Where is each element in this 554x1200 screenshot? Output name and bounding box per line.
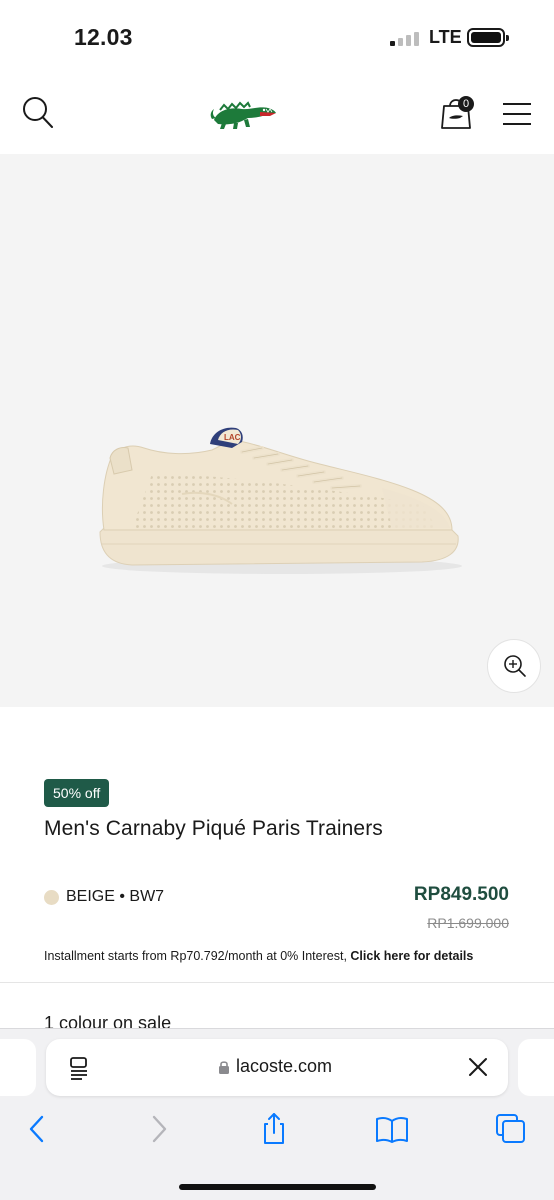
original-price: RP1.699.000: [427, 915, 509, 931]
colour-label: BEIGE • BW7: [66, 888, 165, 905]
svg-text:LAC: LAC: [224, 433, 241, 442]
browser-bottom-bar: lacoste.com: [0, 1028, 554, 1200]
hamburger-menu-icon[interactable]: [503, 103, 531, 125]
status-bar: 12.03 LTE: [0, 0, 554, 76]
signal-strength-icon: [390, 30, 420, 46]
discount-badge: 50% off: [44, 779, 110, 807]
home-indicator: [179, 1184, 376, 1190]
cart-count-badge: 0: [458, 96, 474, 112]
network-label: LTE: [429, 27, 462, 47]
search-icon[interactable]: [20, 94, 56, 132]
product-title: Men's Carnaby Piqué Paris Trainers: [44, 817, 383, 840]
colour-selector[interactable]: BEIGE • BW7: [44, 886, 164, 908]
back-icon[interactable]: [20, 1111, 56, 1147]
share-icon[interactable]: [256, 1111, 292, 1147]
bookmarks-icon[interactable]: [374, 1111, 410, 1147]
tabs-icon[interactable]: [493, 1111, 529, 1147]
divider: [0, 982, 554, 983]
product-shoe-image: LAC: [92, 404, 472, 584]
zoom-in-icon[interactable]: [487, 639, 541, 693]
forward-icon[interactable]: [140, 1111, 176, 1147]
site-header: 0: [0, 76, 554, 154]
shopping-bag-icon[interactable]: 0: [440, 94, 474, 130]
lacoste-crocodile-logo[interactable]: [208, 94, 278, 136]
installment-text: Installment starts from Rp70.792/month a…: [44, 949, 351, 963]
product-image-area[interactable]: LAC: [0, 154, 554, 707]
next-tab-preview[interactable]: [518, 1039, 554, 1096]
reader-view-icon[interactable]: [68, 1056, 90, 1080]
previous-tab-preview[interactable]: [0, 1039, 36, 1096]
address-bar[interactable]: lacoste.com: [46, 1039, 508, 1096]
status-time: 12.03: [74, 24, 133, 50]
battery-icon: [467, 28, 509, 47]
lock-icon: [218, 1060, 230, 1075]
installment-details-link[interactable]: Click here for details: [350, 949, 473, 963]
installment-info: Installment starts from Rp70.792/month a…: [44, 948, 514, 965]
browser-toolbar: [0, 1111, 554, 1151]
close-icon[interactable]: [467, 1056, 489, 1078]
colour-swatch[interactable]: [44, 889, 59, 905]
url-domain: lacoste.com: [236, 1056, 333, 1076]
sale-price: RP849.500: [413, 884, 509, 905]
